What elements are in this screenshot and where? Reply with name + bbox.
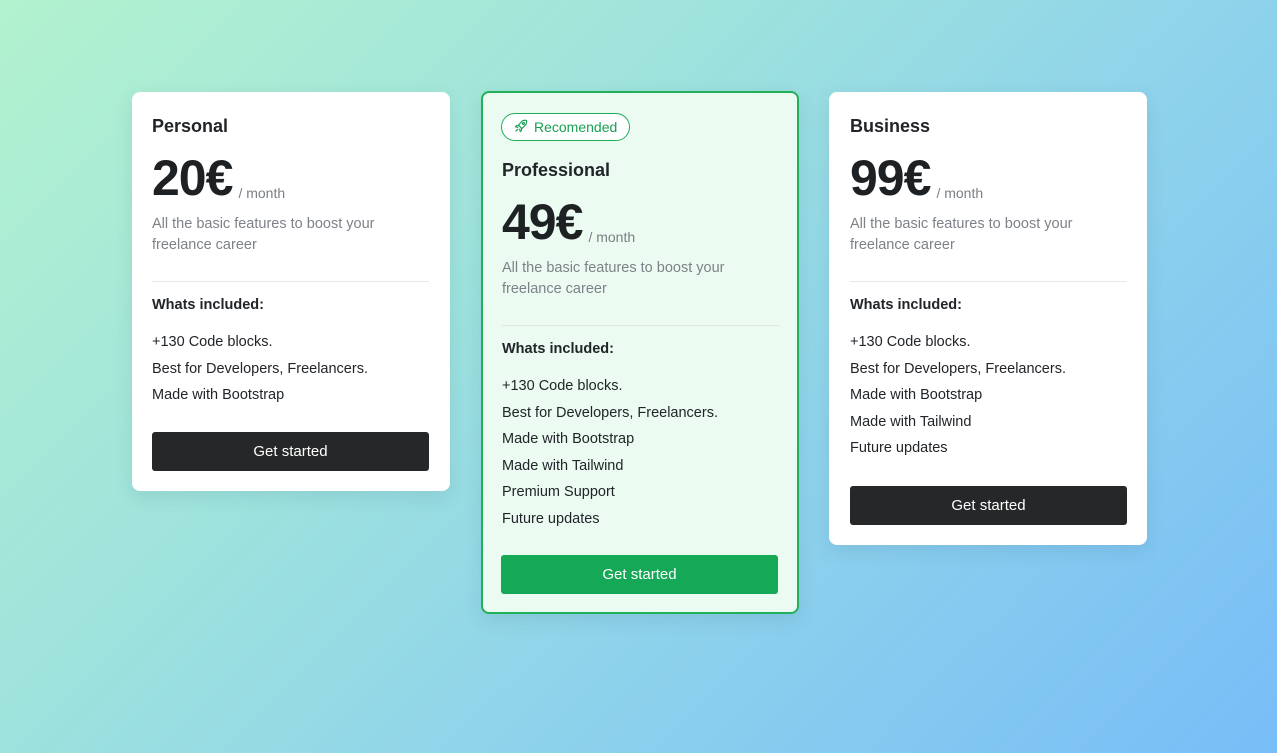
plan-name: Professional <box>502 160 611 180</box>
included-title: Whats included: <box>502 341 614 357</box>
feature-item: Future updates <box>850 440 948 456</box>
divider <box>850 281 1127 282</box>
feature-item: Made with Bootstrap <box>850 387 983 403</box>
feature-item: Best for Developers, Freelancers. <box>850 360 1066 377</box>
plan-description: All the basic features to boost your fre… <box>152 216 375 253</box>
feature-item: +130 Code blocks. <box>152 334 273 350</box>
divider <box>152 281 429 282</box>
feature-item: Premium Support <box>502 484 615 500</box>
plan-period: / month <box>936 185 984 201</box>
included-title: Whats included: <box>152 297 264 313</box>
pricing-card-business: Business 99€ / month All the basic featu… <box>829 92 1147 545</box>
price-row: 99€ / month <box>850 153 983 203</box>
plan-period: / month <box>588 229 636 245</box>
badge-label: Recomended <box>534 119 618 135</box>
plan-name: Business <box>850 116 931 136</box>
feature-item: Made with Tailwind <box>850 413 972 430</box>
get-started-button-business[interactable]: Get started <box>850 486 1127 525</box>
plan-description: All the basic features to boost your fre… <box>850 216 1073 253</box>
plan-name: Personal <box>152 116 229 136</box>
pricing-card-professional: Recomended Professional 49€ / month All … <box>481 91 799 614</box>
plan-description: All the basic features to boost your fre… <box>502 260 725 297</box>
feature-list: +130 Code blocks. Best for Developers, F… <box>850 329 1066 462</box>
plan-period: / month <box>238 185 286 201</box>
feature-list: +130 Code blocks. Best for Developers, F… <box>152 329 368 409</box>
feature-item: Best for Developers, Freelancers. <box>502 404 718 421</box>
feature-list: +130 Code blocks. Best for Developers, F… <box>502 373 718 532</box>
feature-item: +130 Code blocks. <box>502 378 623 394</box>
feature-item: Made with Bootstrap <box>152 387 285 403</box>
plan-price: 99€ <box>850 150 931 206</box>
feature-item: Best for Developers, Freelancers. <box>152 360 368 377</box>
feature-item: Made with Tailwind <box>502 457 624 474</box>
feature-item: Future updates <box>502 510 600 527</box>
get-started-button-professional[interactable]: Get started <box>501 555 778 594</box>
plan-price: 49€ <box>502 194 583 250</box>
feature-item: +130 Code blocks. <box>850 334 971 350</box>
included-title: Whats included: <box>850 297 962 313</box>
get-started-button-personal[interactable]: Get started <box>152 432 429 471</box>
plan-price: 20€ <box>152 150 233 206</box>
divider <box>502 325 779 326</box>
pricing-card-personal: Personal 20€ / month All the basic featu… <box>132 92 450 491</box>
recommended-badge: Recomended <box>501 113 631 141</box>
rocket-icon <box>514 119 528 136</box>
feature-item: Made with Bootstrap <box>502 431 635 447</box>
price-row: 20€ / month <box>152 153 285 203</box>
price-row: 49€ / month <box>502 197 635 247</box>
